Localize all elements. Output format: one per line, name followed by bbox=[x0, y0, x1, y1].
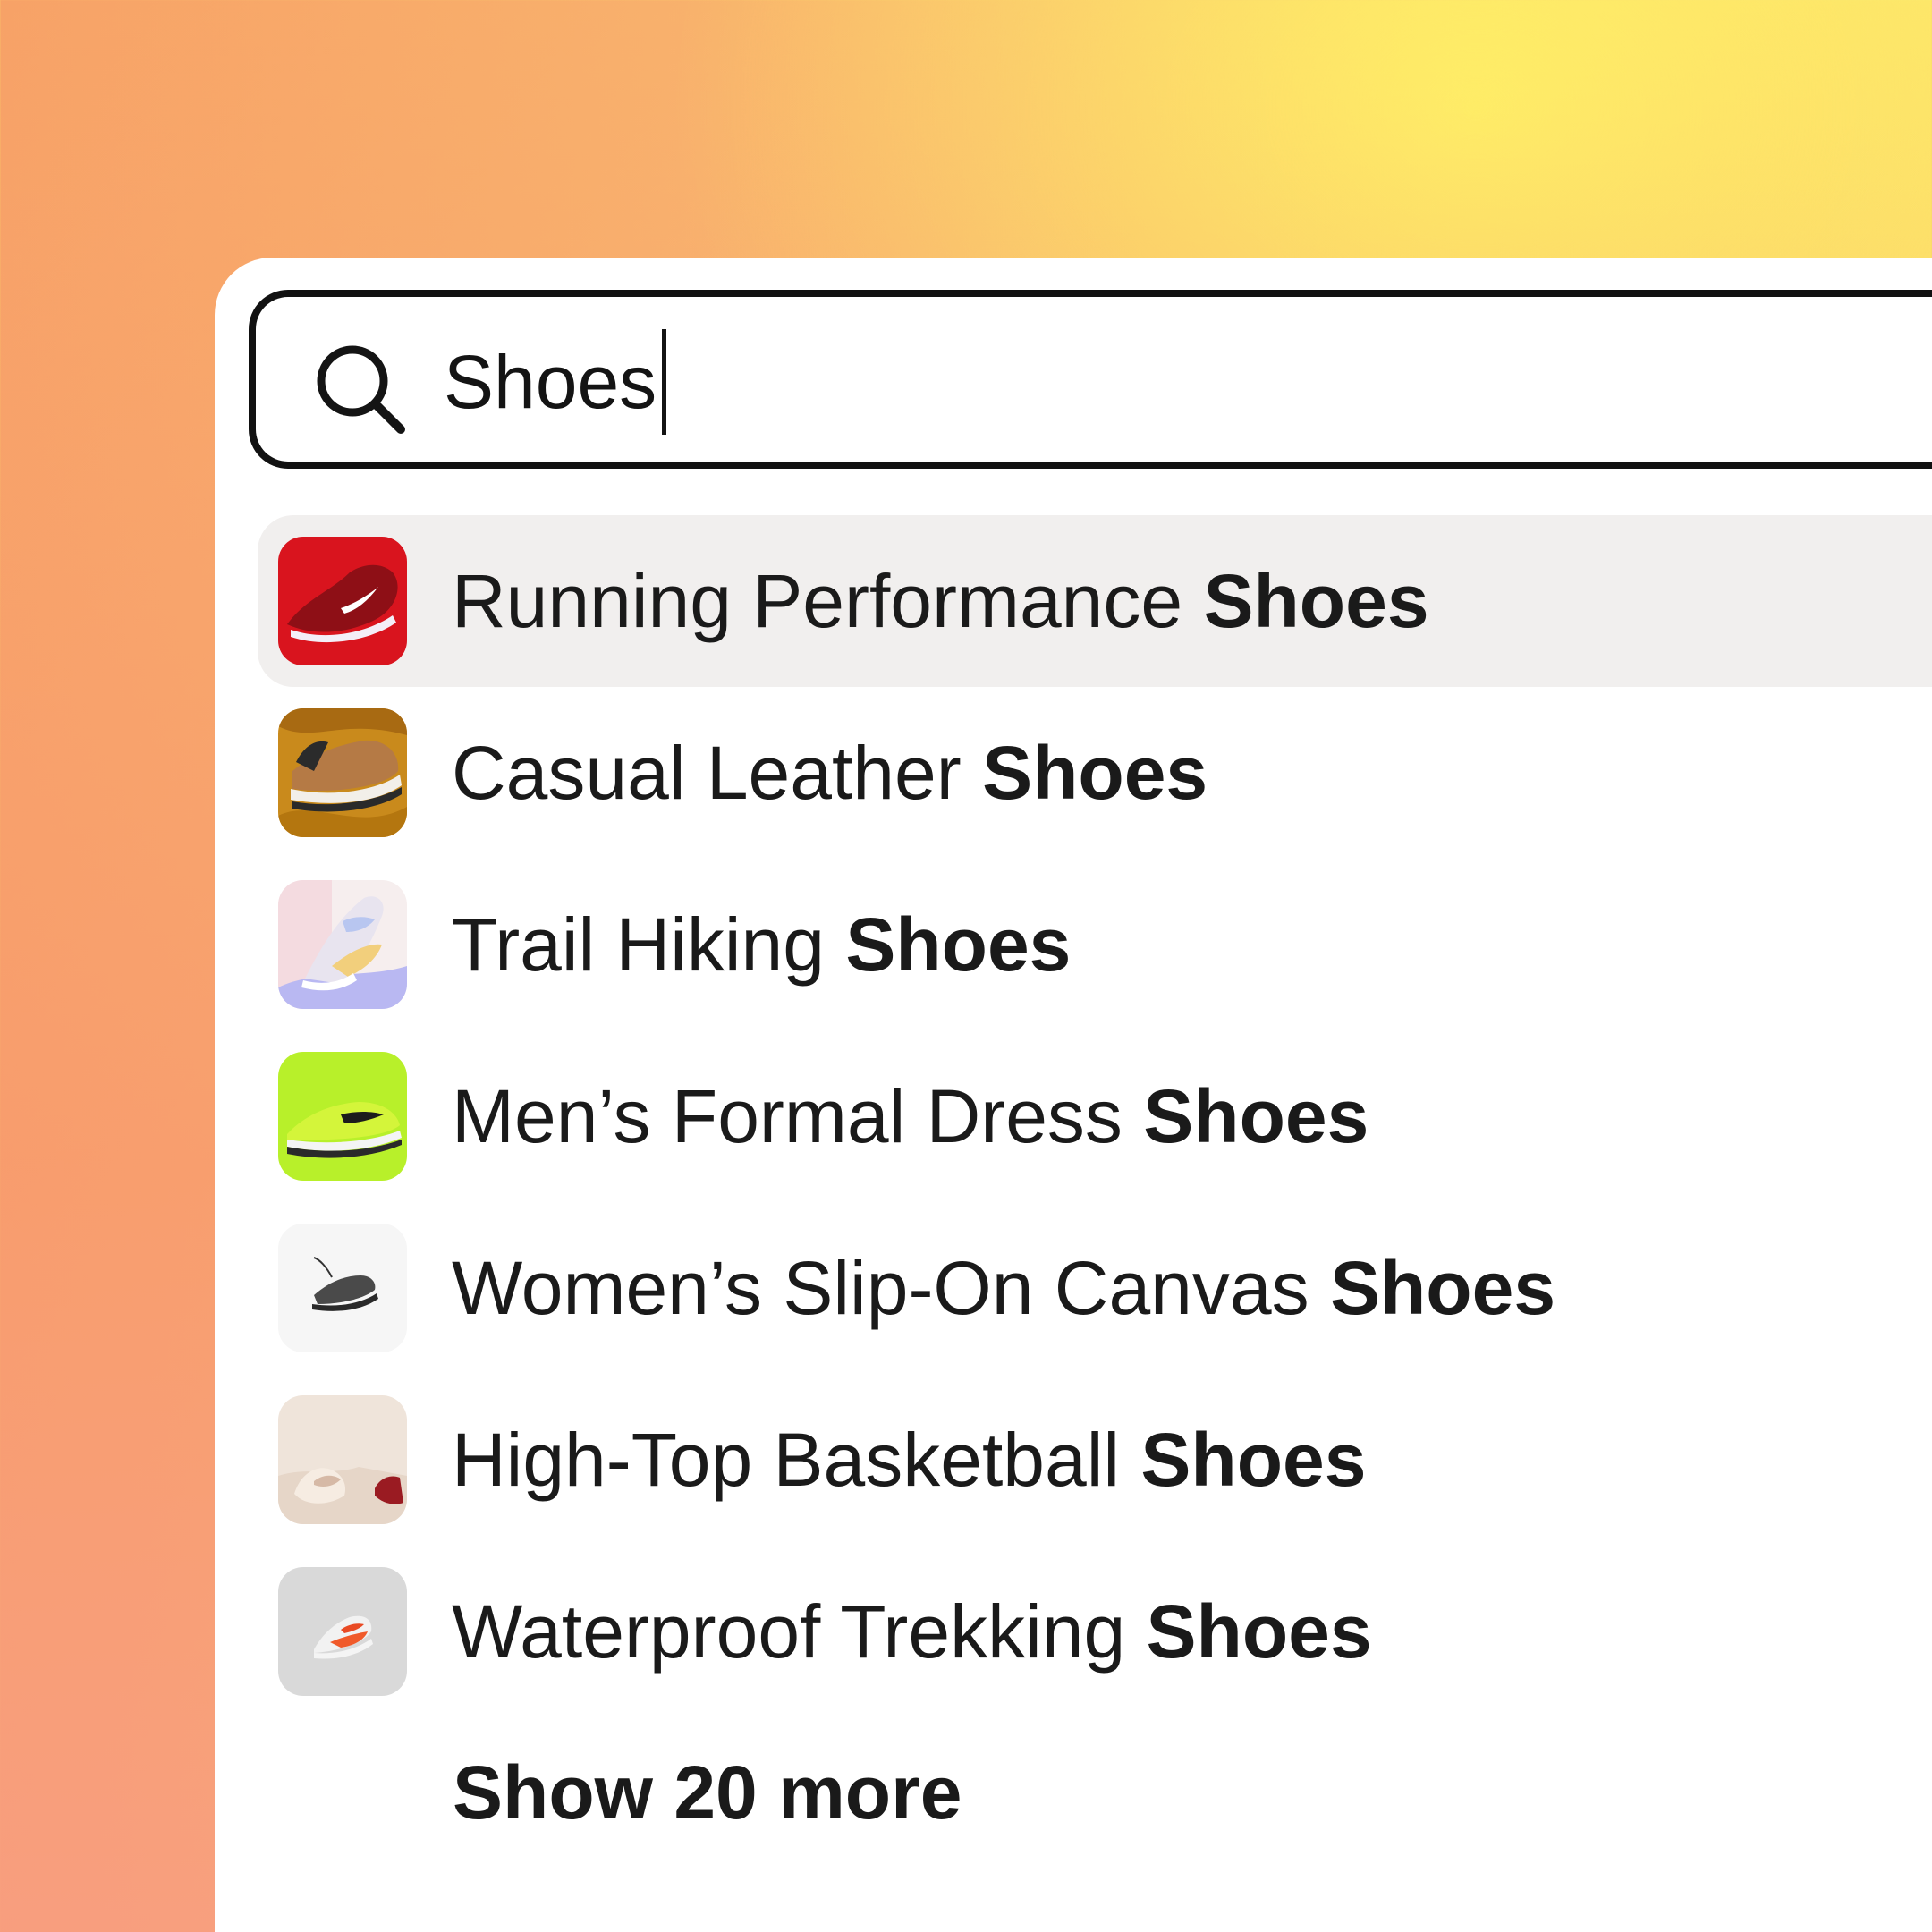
result-item[interactable]: Waterproof Trekking Shoes bbox=[258, 1546, 1932, 1717]
results-list: Running Performance Shoes Casual Leather… bbox=[258, 515, 1932, 1717]
search-input[interactable]: Shoes bbox=[444, 329, 667, 435]
show-more-link[interactable]: Show 20 more bbox=[453, 1750, 962, 1836]
result-label: Trail Hiking Shoes bbox=[452, 902, 1072, 987]
text-caret bbox=[662, 329, 667, 435]
result-label: Casual Leather Shoes bbox=[452, 730, 1208, 815]
beige-bow-shoe-thumbnail bbox=[278, 1395, 407, 1524]
result-item[interactable]: Women’s Slip-On Canvas Shoes bbox=[258, 1202, 1932, 1374]
red-running-shoe-thumbnail bbox=[278, 537, 407, 665]
search-box[interactable]: Shoes bbox=[249, 290, 1932, 469]
lime-sneaker-thumbnail bbox=[278, 1052, 407, 1181]
white-orange-sneaker-thumbnail bbox=[278, 1567, 407, 1696]
result-label: Waterproof Trekking Shoes bbox=[452, 1589, 1372, 1674]
search-panel: Shoes Running Performance Shoes Casual L… bbox=[215, 258, 1932, 1932]
result-item[interactable]: Men’s Formal Dress Shoes bbox=[258, 1030, 1932, 1202]
result-item[interactable]: Trail Hiking Shoes bbox=[258, 859, 1932, 1030]
tan-leather-sneaker-thumbnail bbox=[278, 708, 407, 837]
result-label: Running Performance Shoes bbox=[452, 558, 1429, 643]
result-label: High-Top Basketball Shoes bbox=[452, 1417, 1367, 1502]
search-icon bbox=[311, 340, 410, 438]
result-item[interactable]: Casual Leather Shoes bbox=[258, 687, 1932, 859]
search-input-value: Shoes bbox=[444, 340, 657, 424]
pastel-sneaker-thumbnail bbox=[278, 880, 407, 1009]
result-item[interactable]: Running Performance Shoes bbox=[258, 515, 1932, 687]
result-item[interactable]: High-Top Basketball Shoes bbox=[258, 1374, 1932, 1546]
result-label: Men’s Formal Dress Shoes bbox=[452, 1073, 1369, 1158]
result-label: Women’s Slip-On Canvas Shoes bbox=[452, 1245, 1556, 1330]
black-sneaker-thumbnail bbox=[278, 1224, 407, 1352]
